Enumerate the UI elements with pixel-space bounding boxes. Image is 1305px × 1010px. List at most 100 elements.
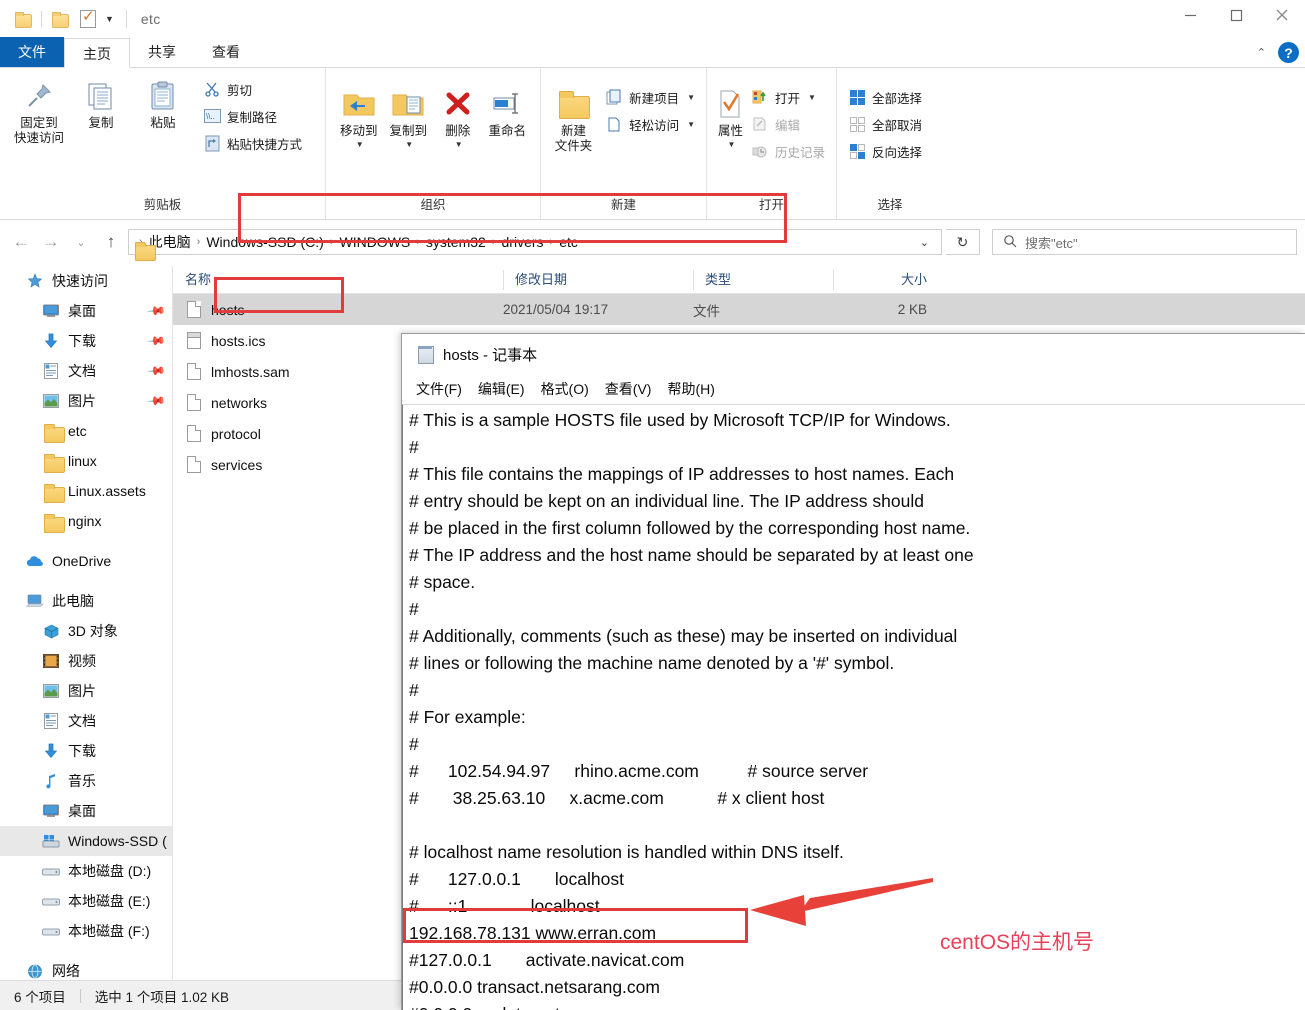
properties-check-icon[interactable] xyxy=(80,7,96,28)
breadcrumb-item-etc[interactable]: etc xyxy=(553,234,584,250)
move-to-button[interactable]: 移动到 ▼ xyxy=(334,82,384,151)
sidebar-item-etc[interactable]: etc xyxy=(0,416,172,446)
chevron-down-icon[interactable]: ▼ xyxy=(687,120,695,129)
select-all-button[interactable]: 全部选择 xyxy=(845,85,925,109)
sidebar-item-3d-objects[interactable]: 3D 对象 xyxy=(0,616,172,646)
table-row[interactable]: hosts 2021/05/04 19:17 文件 2 KB xyxy=(173,294,1305,325)
chevron-down-icon[interactable]: ▼ xyxy=(808,93,816,102)
chevron-down-icon[interactable]: ▼ xyxy=(728,140,736,149)
search-input[interactable]: 搜索"etc" xyxy=(992,229,1297,255)
file-name: hosts.ics xyxy=(211,332,266,349)
rename-button[interactable]: 重命名 xyxy=(483,82,533,141)
sidebar-item-nginx[interactable]: nginx xyxy=(0,506,172,536)
pin-icon[interactable]: 📌 xyxy=(146,331,166,351)
chevron-down-icon[interactable]: ▼ xyxy=(455,140,463,149)
sidebar-item-quick-access[interactable]: 快速访问 xyxy=(0,266,172,296)
sidebar-item-videos[interactable]: 视频 xyxy=(0,646,172,676)
forward-arrow-icon[interactable]: → xyxy=(38,229,64,255)
sidebar-item-linux[interactable]: linux xyxy=(0,446,172,476)
copy-path-button[interactable]: \\.. 复制路径 xyxy=(200,104,305,128)
new-item-button[interactable]: 新建项目 ▼ xyxy=(602,85,698,109)
sidebar-item-pictures[interactable]: 图片 xyxy=(0,676,172,706)
breadcrumb[interactable]: › 此电脑 › Windows-SSD (C:) › WINDOWS › system3… xyxy=(128,229,942,255)
paste-button[interactable]: 粘贴 xyxy=(132,74,194,133)
folder-icon[interactable] xyxy=(15,12,32,28)
properties-button[interactable]: 属性 ▼ xyxy=(715,82,746,151)
sidebar-item-music[interactable]: 音乐 xyxy=(0,766,172,796)
breadcrumb-item-c-drive[interactable]: Windows-SSD (C:) xyxy=(200,234,329,250)
menu-file[interactable]: 文件(F) xyxy=(416,379,462,399)
copy-path-icon: \\.. xyxy=(203,107,221,125)
breadcrumb-item-windows[interactable]: WINDOWS xyxy=(333,234,416,250)
easy-access-button[interactable]: 轻松访问 ▼ xyxy=(602,112,698,136)
sidebar-item-desktop[interactable]: 桌面 xyxy=(0,796,172,826)
column-header-size[interactable]: 大小 xyxy=(833,266,941,294)
sidebar-item-pictures[interactable]: 图片 📌 xyxy=(0,386,172,416)
tab-file[interactable]: 文件 xyxy=(0,37,64,67)
open-button[interactable]: 打开 ▼ xyxy=(748,85,828,109)
invert-selection-button[interactable]: 反向选择 xyxy=(845,139,925,163)
notepad-text-area[interactable]: # This is a sample HOSTS file used by Mi… xyxy=(402,404,1305,1010)
chevron-down-icon[interactable]: ⌄ xyxy=(912,236,937,249)
column-header-date[interactable]: 修改日期 xyxy=(503,266,693,294)
menu-format[interactable]: 格式(O) xyxy=(541,379,589,399)
tab-view[interactable]: 查看 xyxy=(194,37,258,67)
refresh-icon[interactable]: ↻ xyxy=(946,229,980,255)
recent-locations-icon[interactable]: ⌄ xyxy=(68,229,94,255)
pin-to-quick-access-button[interactable]: 固定到 快速访问 xyxy=(8,74,70,148)
pin-icon[interactable]: 📌 xyxy=(146,301,166,321)
delete-button[interactable]: 删除 ▼ xyxy=(433,82,483,151)
sidebar-item-documents[interactable]: 文档 📌 xyxy=(0,356,172,386)
back-arrow-icon[interactable]: ← xyxy=(8,229,34,255)
new-folder-label: 新建 文件夹 xyxy=(554,124,593,153)
breadcrumb-item-drivers[interactable]: drivers xyxy=(496,234,550,250)
tab-share[interactable]: 共享 xyxy=(130,37,194,67)
minimize-icon[interactable] xyxy=(1167,0,1213,30)
sidebar-item-network[interactable]: 网络 xyxy=(0,956,172,980)
help-icon[interactable]: ? xyxy=(1278,42,1299,63)
folder-icon xyxy=(40,454,65,473)
sidebar-item-linux-assets[interactable]: Linux.assets xyxy=(0,476,172,506)
copy-button[interactable]: 复制 xyxy=(70,74,132,133)
chevron-down-icon[interactable]: ▼ xyxy=(405,140,413,149)
drive-icon xyxy=(40,865,62,877)
chevron-down-icon[interactable]: ▼ xyxy=(356,140,364,149)
customize-caret-icon[interactable]: ▼ xyxy=(105,14,114,24)
documents-icon xyxy=(40,363,62,379)
select-none-button[interactable]: 全部取消 xyxy=(845,112,925,136)
close-icon[interactable] xyxy=(1259,0,1305,30)
chevron-down-icon[interactable]: ▼ xyxy=(687,93,695,102)
chevron-up-icon[interactable]: ⌃ xyxy=(1257,46,1266,59)
sidebar-item-onedrive[interactable]: OneDrive xyxy=(0,546,172,576)
pin-icon[interactable]: 📌 xyxy=(146,361,166,381)
folder-icon[interactable] xyxy=(52,12,69,28)
sidebar-item-local-disk-e[interactable]: 本地磁盘 (E:) xyxy=(0,886,172,916)
tab-home[interactable]: 主页 xyxy=(64,38,130,68)
sidebar-item-desktop[interactable]: 桌面 📌 xyxy=(0,296,172,326)
desktop-icon xyxy=(40,304,62,318)
sidebar-item-downloads[interactable]: 下载 📌 xyxy=(0,326,172,356)
paste-shortcut-button[interactable]: 粘贴快捷方式 xyxy=(200,131,305,155)
sidebar-item-local-disk-f[interactable]: 本地磁盘 (F:) xyxy=(0,916,172,946)
pin-icon[interactable]: 📌 xyxy=(146,391,166,411)
up-arrow-icon[interactable]: ↑ xyxy=(98,229,124,255)
sidebar-item-downloads[interactable]: 下载 xyxy=(0,736,172,766)
menu-edit[interactable]: 编辑(E) xyxy=(478,379,525,399)
sidebar-item-local-disk-d[interactable]: 本地磁盘 (D:) xyxy=(0,856,172,886)
sidebar-item-windows-ssd[interactable]: Windows-SSD ( xyxy=(0,826,172,856)
sidebar-item-label: Windows-SSD ( xyxy=(68,833,167,849)
sidebar-item-documents[interactable]: 文档 xyxy=(0,706,172,736)
column-header-name[interactable]: 名称 xyxy=(173,266,503,294)
copy-to-button[interactable]: 复制到 ▼ xyxy=(384,82,434,151)
folder-icon xyxy=(40,484,65,503)
menu-help[interactable]: 帮助(H) xyxy=(667,379,714,399)
cut-button[interactable]: 剪切 xyxy=(200,77,305,101)
maximize-icon[interactable] xyxy=(1213,0,1259,30)
column-header-type[interactable]: 类型 xyxy=(693,266,833,294)
new-folder-button[interactable]: 新建 文件夹 xyxy=(549,82,598,156)
breadcrumb-item-system32[interactable]: system32 xyxy=(420,234,492,250)
notepad-icon xyxy=(416,345,434,364)
menu-view[interactable]: 查看(V) xyxy=(605,379,652,399)
sidebar-item-this-pc[interactable]: 此电脑 xyxy=(0,586,172,616)
paste-icon xyxy=(148,76,178,116)
